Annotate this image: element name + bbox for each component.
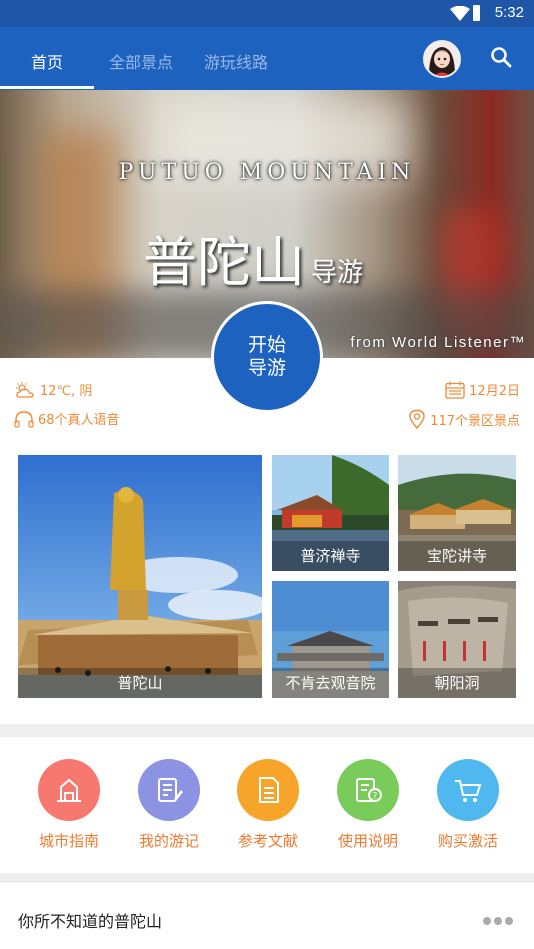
banner-title-cn: 普陀山 导游 [143, 231, 364, 294]
travel-notes-button[interactable]: 我的游记 [129, 759, 209, 851]
spots-text: 117个景区景点 [430, 413, 520, 429]
attraction-label: 宝陀讲寺 [398, 541, 516, 571]
attraction-tile-puji-temple[interactable]: 普济禅寺 [272, 455, 389, 571]
voices-info: 68个真人语音 [14, 409, 120, 428]
wifi-icon [450, 6, 470, 21]
date-text: 12月2日 [469, 384, 520, 399]
attraction-tile-bukenqu[interactable]: 不肯去观音院 [272, 581, 389, 698]
section-title: 你所不知道的普陀山 [18, 912, 163, 931]
search-icon[interactable] [489, 45, 513, 69]
weather-info: 12℃, 阴 [14, 380, 92, 399]
instructions-button[interactable]: ? 使用说明 [328, 759, 408, 851]
banner-credit: from World Listener™ [350, 334, 526, 351]
travel-notes-icon [138, 759, 200, 821]
spots-info: 117个景区景点 [408, 409, 520, 429]
start-guide-line2: 导游 [247, 357, 286, 379]
references-label: 参考文献 [237, 832, 298, 850]
status-time: 5:32 [494, 4, 524, 21]
purchase-activate-label: 购买激活 [437, 832, 498, 850]
function-shortcuts: 城市指南 我的游记 参考文献 ? 使用说明 购买激活 [0, 737, 534, 873]
tab-tour-routes[interactable]: 游玩线路 [204, 49, 268, 73]
putuoshan-photo [18, 455, 262, 698]
purchase-activate-button[interactable]: 购买激活 [428, 759, 508, 851]
instructions-label: 使用说明 [337, 832, 398, 850]
instructions-icon: ? [337, 759, 399, 821]
headphones-icon [14, 410, 34, 428]
status-bar: 5:32 [0, 0, 534, 27]
active-tab-indicator [0, 86, 94, 89]
location-pin-icon [409, 409, 425, 429]
city-guide-label: 城市指南 [38, 832, 99, 850]
city-guide-button[interactable]: 城市指南 [29, 759, 109, 851]
attraction-label: 朝阳洞 [398, 668, 516, 698]
weather-text: 12℃, 阴 [40, 384, 93, 399]
attraction-label: 不肯去观音院 [272, 668, 389, 698]
city-guide-icon [38, 759, 100, 821]
tab-all-attractions[interactable]: 全部景点 [109, 49, 173, 73]
start-guide-button[interactable]: 开始 导游 [211, 301, 323, 413]
cart-icon [437, 759, 499, 821]
weather-icon [16, 381, 34, 398]
attraction-tile-putuoshan[interactable]: 普陀山 [18, 455, 262, 698]
did-you-know-section: 你所不知道的普陀山 [0, 883, 534, 949]
references-icon [237, 759, 299, 821]
start-guide-line1: 开始 [247, 334, 286, 356]
more-icon[interactable] [482, 916, 514, 926]
attraction-tile-chaoyang-cave[interactable]: 朝阳洞 [398, 581, 516, 698]
references-button[interactable]: 参考文献 [228, 759, 308, 851]
travel-notes-label: 我的游记 [138, 832, 199, 850]
date-info: 12月2日 [445, 380, 520, 399]
attraction-label: 普济禅寺 [272, 541, 389, 571]
battery-icon [473, 5, 480, 21]
tab-home[interactable]: 首页 [31, 49, 63, 73]
app-bar: 首页 全部景点 游玩线路 [0, 27, 534, 90]
banner-title-en: PUTUO MOUNTAIN [118, 160, 416, 185]
voices-text: 68个真人语音 [38, 413, 120, 428]
svg-text:?: ? [373, 792, 378, 802]
attraction-label: 普陀山 [18, 668, 262, 698]
calendar-icon [445, 381, 465, 399]
attraction-tile-baotuo-temple[interactable]: 宝陀讲寺 [398, 455, 516, 571]
avatar[interactable] [423, 40, 461, 78]
